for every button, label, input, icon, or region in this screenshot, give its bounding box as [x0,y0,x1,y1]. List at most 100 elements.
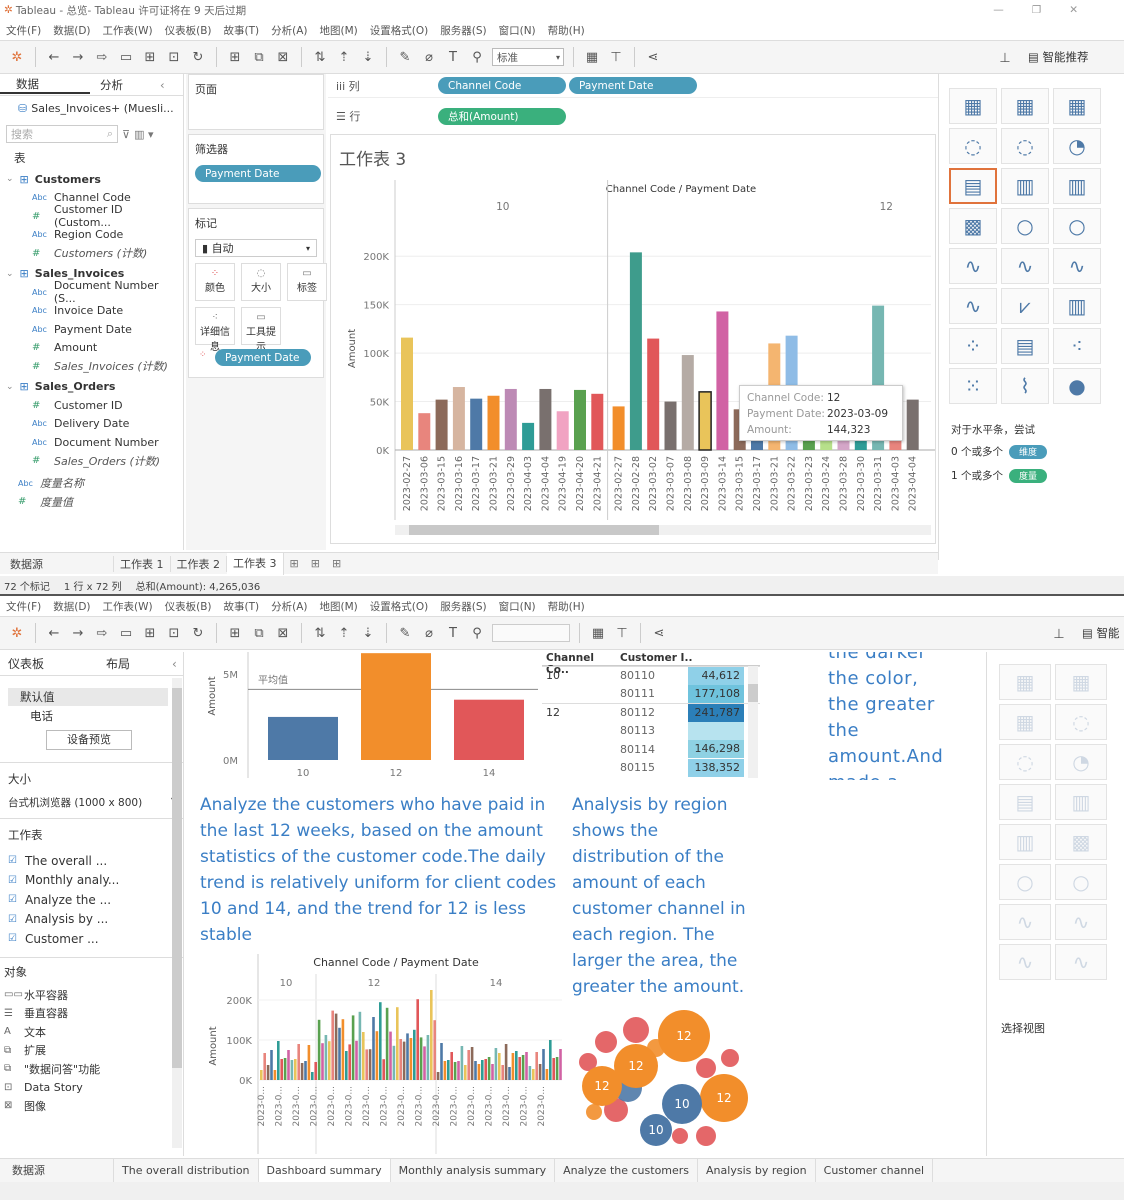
channel-amount-chart[interactable]: Amount 0M 5M 平均值 10 12 14 [198,652,550,782]
row-pill-sum-amount[interactable]: 总和(Amount) [438,107,566,125]
forward-icon[interactable]: → [69,623,87,643]
chart-type-thumbnail[interactable]: ∿ [1055,944,1107,980]
bar[interactable] [494,1048,498,1080]
dashboard-tab[interactable]: 数据源 [4,1158,114,1183]
dashboard-sheet-item[interactable]: ☑ Customer ... [8,929,175,949]
dashboard-sheet-item[interactable]: ☑ Analysis by ... [8,910,175,930]
bar[interactable] [511,1053,515,1080]
bar[interactable] [355,1040,358,1080]
presentation-icon[interactable]: ⊤ [607,47,625,67]
bar[interactable] [375,1031,379,1080]
smart-recommend-label[interactable]: ▤ 智能 [1082,625,1120,641]
new-story-icon[interactable]: ⊞ [326,557,347,570]
bar[interactable] [453,1062,457,1080]
bar[interactable] [467,1050,470,1080]
menu-item[interactable]: 设置格式(O) [370,599,428,614]
field-item[interactable]: Abc Document Number (S... [0,279,183,305]
chart-type-thumbnail[interactable]: ◌ [949,128,997,164]
bar[interactable] [389,1031,392,1080]
dashboard-tab[interactable]: Analyze the customers [555,1158,699,1183]
field-item[interactable]: # Amount [0,339,183,358]
menu-item[interactable]: 地图(M) [320,23,358,38]
bar[interactable] [268,716,338,760]
pause-icon[interactable]: ⊡ [165,623,183,643]
bar[interactable] [522,422,535,450]
object-item[interactable]: ☰ 垂直容器 [4,1004,179,1023]
menu-item[interactable]: 数据(D) [53,23,90,38]
collapse-icon[interactable]: ‹ [160,78,165,92]
bar[interactable] [491,1064,494,1080]
bar[interactable] [392,1045,396,1080]
dashboard-sheet-item[interactable]: ☑ Analyze the ... [8,890,175,910]
bar[interactable] [324,1035,328,1080]
bar[interactable] [430,990,433,1080]
view-options-icon[interactable]: ▥ ▾ [134,128,153,141]
bar[interactable] [545,1069,549,1080]
bar[interactable] [470,398,483,450]
bar[interactable] [402,1041,406,1080]
bar[interactable] [435,399,448,450]
chart-type-thumbnail[interactable]: ◌ [1001,128,1049,164]
mark-button-0[interactable]: ⁘ 颜色 [195,263,235,301]
filters-card[interactable]: 筛选器 Payment Date [188,134,324,204]
save-icon[interactable]: ▭ [117,47,135,67]
bar[interactable] [338,1027,341,1080]
col-pill-payment-date[interactable]: Payment Date [569,77,697,94]
sort-desc-icon[interactable]: ⇣ [359,47,377,67]
filter-pill-payment-date[interactable]: Payment Date [195,165,321,182]
bar[interactable] [307,1045,311,1080]
chart-type-thumbnail[interactable]: ∿ [1053,248,1101,284]
show-cards-icon[interactable]: ▦ [589,623,607,643]
bar[interactable] [263,1053,266,1080]
field-item[interactable]: # Customers (计数) [0,244,183,263]
swap-icon[interactable]: ⇨ [93,47,111,67]
dashboard-tab[interactable]: Dashboard summary [258,1158,391,1183]
chart-type-thumbnail[interactable]: ▦ [1001,88,1049,124]
fit-select[interactable] [492,624,570,642]
bubble[interactable] [595,1031,617,1053]
new-datasource-icon[interactable]: ⊞ [141,47,159,67]
field-item[interactable]: Abc Delivery Date [0,415,183,434]
show-cards-icon[interactable]: ▦ [583,47,601,67]
fit-select[interactable]: 标准 ▾ [492,48,564,66]
object-item[interactable]: ⧉ "数据问答"功能 [4,1060,179,1079]
table-row[interactable]: 80114 146,298 [542,740,760,759]
bar[interactable] [368,1049,372,1080]
back-icon[interactable]: ← [45,47,63,67]
bar[interactable] [450,1052,453,1080]
chart-type-thumbnail[interactable]: ▩ [949,208,997,244]
clip-icon[interactable]: ⌀ [420,623,438,643]
bar[interactable] [487,1057,491,1080]
bar[interactable] [477,1064,481,1080]
object-item[interactable]: A 文本 [4,1023,179,1042]
datasource-name[interactable]: Sales_Invoices+ (Muesli... [31,102,173,115]
bubble[interactable] [696,1126,716,1146]
chart-type-thumbnail[interactable]: ▥ [1001,168,1049,204]
label-icon[interactable]: T [444,47,462,67]
chart-type-thumbnail[interactable]: ∿ [1001,248,1049,284]
bar[interactable] [273,1070,277,1080]
bar[interactable] [470,1047,474,1080]
bar[interactable] [365,1049,368,1080]
bar[interactable] [612,406,625,450]
device-phone[interactable]: 电话 [0,706,183,726]
refresh-icon[interactable]: ↻ [189,623,207,643]
dashboard-sheet-item[interactable]: ☑ The overall ... [8,851,175,871]
share-icon[interactable]: ⋖ [644,47,662,67]
bar[interactable] [348,1044,351,1080]
bar[interactable] [361,653,431,760]
chart-type-thumbnail[interactable]: ⁘ [949,328,997,364]
chart-type-thumbnail[interactable]: ◌ [999,744,1051,780]
menu-item[interactable]: 设置格式(O) [370,23,428,38]
swap-icon[interactable]: ⇨ [93,623,111,643]
bar[interactable] [321,1043,324,1080]
bar[interactable] [300,1063,304,1080]
bar[interactable] [538,1064,542,1080]
bar-chart[interactable]: Channel Code / Payment Date 0K 50K 100K 150K… [331,135,935,543]
bar[interactable] [532,1069,535,1080]
customer-table[interactable]: Channel Co.. Customer I.. 10 80110 44,612 80… [542,652,760,780]
bar[interactable] [460,1046,464,1080]
window-controls[interactable]: —❐✕ [993,4,1106,16]
mark-button-3[interactable]: ⁖ 详细信息 [195,307,235,353]
chart-type-thumbnail[interactable]: ▥ [1053,288,1101,324]
